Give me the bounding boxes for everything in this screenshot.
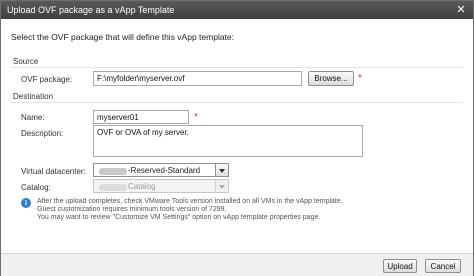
info-line-2: Guest customization requires minimum too… <box>37 206 227 213</box>
description-label: Description: <box>21 129 64 138</box>
required-marker-ovf: * <box>358 73 362 84</box>
dialog-footer: Upload Cancel <box>1 253 473 276</box>
upload-ovf-dialog: Upload OVF package as a vApp Template ✕ … <box>0 0 474 276</box>
virtual-datacenter-select[interactable]: -Reserved-Standard <box>93 163 229 177</box>
catalog-label: Catalog: <box>21 183 51 192</box>
ovf-package-label: OVF package: <box>21 75 73 84</box>
info-line-1: After the upload completes, check VMware… <box>37 198 343 205</box>
name-input[interactable] <box>93 110 189 124</box>
chevron-down-icon <box>215 180 228 192</box>
dialog-title: Upload OVF package as a vApp Template <box>7 5 175 15</box>
info-line-3: You may want to review "Customize VM Set… <box>37 214 321 221</box>
instruction-text: Select the OVF package that will define … <box>11 32 235 42</box>
cancel-button[interactable]: Cancel <box>425 259 461 273</box>
source-heading: Source <box>13 57 39 66</box>
description-textarea[interactable]: OVF or OVA of my server. <box>93 125 363 157</box>
virtual-datacenter-label: Virtual datacenter: <box>21 167 86 176</box>
source-divider <box>11 67 463 68</box>
destination-divider <box>11 102 463 103</box>
required-marker-name: * <box>194 112 198 123</box>
catalog-value: Catalog <box>128 182 156 191</box>
browse-button[interactable]: Browse... <box>308 71 354 86</box>
catalog-select[interactable]: Catalog <box>93 179 229 193</box>
upload-button[interactable]: Upload <box>383 259 417 273</box>
virtual-datacenter-value: -Reserved-Standard <box>128 166 201 175</box>
title-bar[interactable]: Upload OVF package as a vApp Template ✕ <box>1 1 473 19</box>
close-icon[interactable]: ✕ <box>455 4 467 16</box>
redacted-prefix <box>99 168 127 175</box>
info-icon: i <box>21 198 31 208</box>
name-label: Name: <box>21 113 45 122</box>
ovf-package-input[interactable] <box>93 71 302 86</box>
redacted-prefix <box>99 184 127 191</box>
chevron-down-icon[interactable] <box>215 164 228 176</box>
destination-heading: Destination <box>13 92 54 101</box>
